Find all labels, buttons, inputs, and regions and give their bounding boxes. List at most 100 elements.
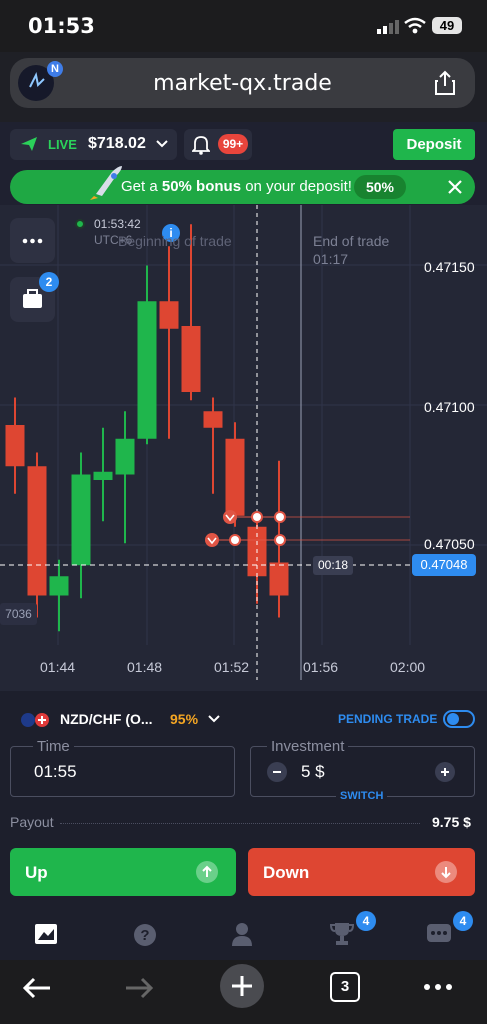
candle-body	[159, 301, 179, 329]
beginning-of-trade-label: Beginning of trade	[118, 233, 232, 249]
down-label: Down	[263, 863, 310, 882]
share-icon[interactable]	[433, 70, 457, 96]
profile-icon[interactable]	[230, 921, 254, 947]
end-of-trade-label: End of trade	[313, 233, 390, 249]
trade-markers	[205, 510, 410, 547]
price-label: 0.47150	[424, 259, 475, 275]
time-label: 01:52	[214, 659, 250, 675]
flags-icon	[21, 713, 49, 727]
arrow-down-icon	[435, 861, 457, 883]
left-price-badge: 7036	[0, 603, 37, 625]
bell-icon	[192, 136, 210, 155]
account-bar: LIVE $718.02 99+ Deposit	[0, 122, 487, 166]
close-icon[interactable]	[447, 179, 463, 195]
time-label: 02:00	[390, 659, 426, 675]
chart-nav-icon[interactable]	[34, 923, 58, 945]
new-tab-button[interactable]	[220, 964, 264, 1008]
investment-field[interactable]: Investment 5 $ SWITCH	[250, 738, 475, 802]
help-icon[interactable]: ?	[133, 923, 157, 947]
send-icon	[21, 137, 37, 151]
end-of-trade-time: 01:17	[313, 251, 349, 267]
time-label: 01:48	[127, 659, 163, 675]
bonus-banner[interactable]: Get a 50% bonus on your deposit! 50%	[10, 166, 475, 204]
live-dot-icon	[75, 219, 85, 229]
plus-icon	[441, 768, 449, 776]
clock: 01:53	[28, 14, 95, 38]
current-time: 01:53:42	[94, 217, 141, 231]
url-bar[interactable]: N market-qx.trade	[10, 58, 475, 108]
asset-name: NZD/CHF (O...	[60, 711, 153, 727]
more-menu-icon[interactable]	[422, 982, 454, 992]
payout-label: Payout	[10, 814, 54, 830]
time-value: 01:55	[34, 762, 77, 781]
minus-icon	[273, 771, 281, 773]
down-button[interactable]: Down	[248, 848, 475, 896]
candle-body	[5, 425, 25, 467]
rocket-icon	[90, 166, 122, 200]
wifi-icon	[404, 17, 426, 34]
time-label: Time	[33, 738, 74, 755]
chevron-down-icon	[208, 715, 220, 723]
bonus-percent: 50%	[354, 175, 406, 199]
status-bar: 01:53 49	[0, 0, 487, 52]
decrease-button[interactable]	[267, 762, 287, 782]
browser-toolbar: 3	[0, 960, 487, 1024]
payout-value: 9.75 $	[432, 814, 471, 830]
candle-body	[269, 562, 289, 596]
chat-icon[interactable]	[426, 923, 452, 945]
pending-trade-label: PENDING TRADE	[338, 712, 438, 726]
account-selector[interactable]: LIVE $718.02	[10, 129, 177, 160]
chart-canvas	[0, 205, 487, 680]
candle-body	[225, 438, 245, 516]
back-arrow-icon[interactable]	[22, 976, 52, 1000]
down-marker-icon[interactable]	[205, 533, 219, 547]
battery-icon: 49	[432, 17, 462, 34]
grid	[0, 205, 487, 645]
candle-body	[181, 326, 201, 392]
chat-badge: 4	[453, 911, 473, 931]
investment-value: 5 $	[301, 762, 325, 781]
payout-percent: 95%	[170, 711, 199, 727]
arrow-up-icon	[196, 861, 218, 883]
pending-trade-toggle[interactable]	[443, 710, 475, 728]
switch-button[interactable]: SWITCH	[336, 790, 388, 802]
candle-body	[93, 471, 113, 480]
time-label: 01:44	[40, 659, 76, 675]
url-text: market-qx.trade	[153, 71, 332, 96]
candle-body	[49, 576, 69, 596]
trophy-icon[interactable]	[330, 921, 354, 947]
countdown-badge: 00:18	[313, 556, 353, 575]
deposit-button[interactable]: Deposit	[393, 129, 475, 160]
price-label: 0.47100	[424, 399, 475, 415]
notifications-button[interactable]: 99+	[184, 129, 252, 160]
portfolio-badge: 2	[39, 272, 59, 292]
balance: $718.02	[88, 135, 146, 152]
signal-icon	[377, 20, 399, 34]
increase-button[interactable]	[435, 762, 455, 782]
up-button[interactable]: Up	[10, 848, 236, 896]
time-field[interactable]: Time 01:55	[10, 738, 235, 797]
candle-body	[115, 438, 135, 475]
trophy-badge: 4	[356, 911, 376, 931]
payout-divider	[60, 823, 420, 824]
chevron-down-icon	[156, 140, 168, 148]
bonus-text: Get a 50% bonus on your deposit!	[121, 178, 352, 195]
up-label: Up	[25, 863, 48, 882]
candle-body	[27, 466, 47, 596]
current-price-badge: 0.47048	[412, 554, 476, 576]
svg-text:?: ?	[140, 927, 149, 944]
notification-count: 99+	[218, 134, 248, 154]
tabs-button[interactable]: 3	[330, 972, 360, 1002]
live-label: LIVE	[48, 137, 77, 152]
price-label: 0.47050	[424, 536, 475, 552]
forward-arrow-icon[interactable]	[124, 976, 154, 1000]
more-tools-button[interactable]	[10, 218, 55, 263]
down-marker-icon[interactable]	[223, 510, 237, 524]
time-label: 01:56	[303, 659, 339, 675]
candle-body	[71, 474, 91, 566]
candle-body	[203, 411, 223, 428]
price-chart[interactable]: 01:53:42 UTC+6 i Beginning of trade End …	[0, 205, 487, 691]
plus-icon	[232, 976, 252, 996]
investment-label: Investment	[267, 738, 349, 755]
bottom-nav: ? 4 4	[0, 909, 487, 961]
